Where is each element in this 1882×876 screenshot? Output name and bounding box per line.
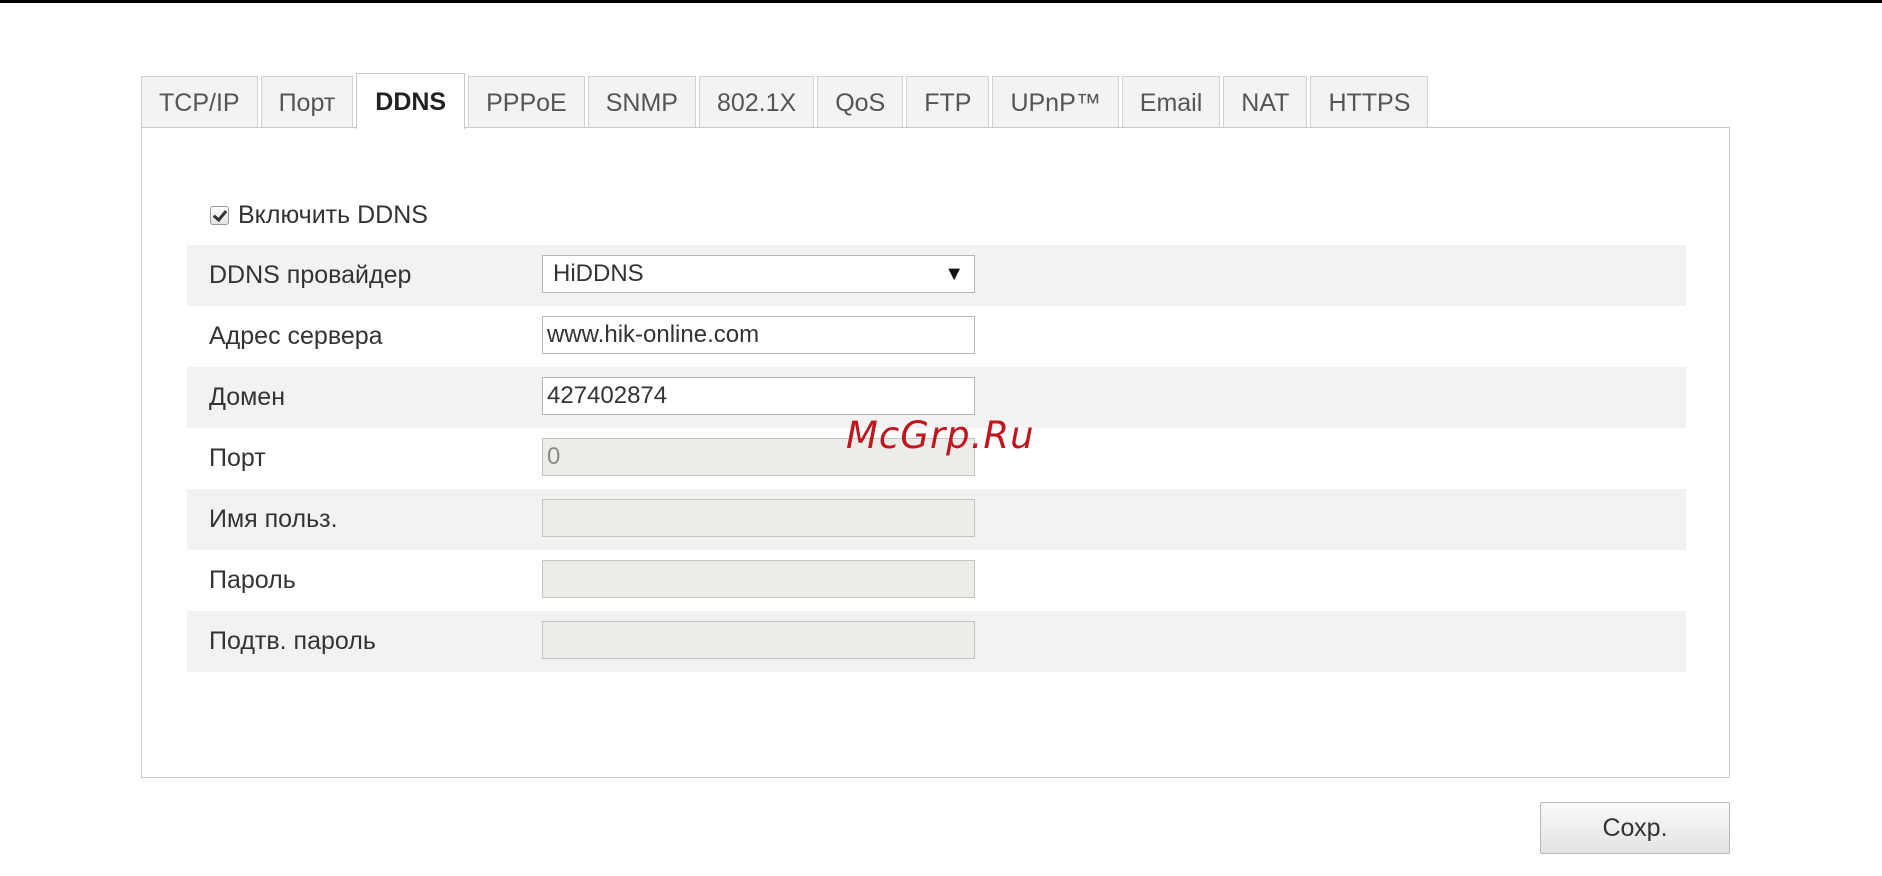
password-label: Пароль	[209, 566, 296, 594]
tab-ftp[interactable]: FTP	[906, 76, 990, 128]
tab-qos[interactable]: QoS	[817, 76, 904, 128]
tab-port[interactable]: Порт	[260, 76, 354, 128]
tab-nat[interactable]: NAT	[1223, 76, 1308, 128]
server-address-input[interactable]: www.hik-online.com	[542, 316, 975, 354]
top-border	[0, 0, 1882, 3]
provider-select-value: HiDDNS	[553, 260, 644, 287]
dropdown-arrow-icon: ▼	[944, 263, 964, 285]
confirm-password-input	[542, 621, 975, 659]
username-label: Имя польз.	[209, 505, 338, 533]
form-row-username: Имя польз.	[187, 489, 1686, 550]
tab-https[interactable]: HTTPS	[1310, 76, 1429, 128]
provider-label: DDNS провайдер	[209, 261, 412, 289]
provider-select[interactable]: HiDDNS ▼	[542, 255, 975, 293]
tab-tcpip[interactable]: TCP/IP	[141, 76, 258, 128]
save-button[interactable]: Сохр.	[1540, 802, 1730, 854]
tab-upnp[interactable]: UPnP™	[992, 76, 1119, 128]
domain-input[interactable]: 427402874	[542, 377, 975, 415]
form-row-confirm-password: Подтв. пароль	[187, 611, 1686, 672]
enable-ddns-label: Включить DDNS	[238, 200, 428, 229]
enable-ddns-row[interactable]: Включить DDNS	[210, 199, 428, 231]
enable-ddns-checkbox[interactable]	[210, 205, 229, 225]
tab-pppoe[interactable]: PPPoE	[468, 76, 585, 128]
tab-ddns[interactable]: DDNS	[356, 73, 466, 129]
confirm-password-label: Подтв. пароль	[209, 627, 376, 655]
watermark-text: McGrp.Ru	[846, 414, 1035, 457]
password-input	[542, 560, 975, 598]
tab-bar: TCP/IP Порт DDNS PPPoE SNMP 802.1X QoS F…	[141, 72, 1431, 129]
server-address-label: Адрес сервера	[209, 322, 383, 350]
form-row-provider: DDNS провайдер HiDDNS ▼	[187, 245, 1686, 306]
port-label: Порт	[209, 444, 266, 472]
username-input	[542, 499, 975, 537]
tab-snmp[interactable]: SNMP	[587, 76, 696, 128]
tab-8021x[interactable]: 802.1X	[698, 76, 815, 128]
form-row-password: Пароль	[187, 550, 1686, 611]
ddns-form: DDNS провайдер HiDDNS ▼ Адрес сервера ww…	[187, 245, 1686, 672]
tab-email[interactable]: Email	[1121, 76, 1221, 128]
form-row-server-address: Адрес сервера www.hik-online.com	[187, 306, 1686, 367]
domain-label: Домен	[209, 383, 286, 411]
